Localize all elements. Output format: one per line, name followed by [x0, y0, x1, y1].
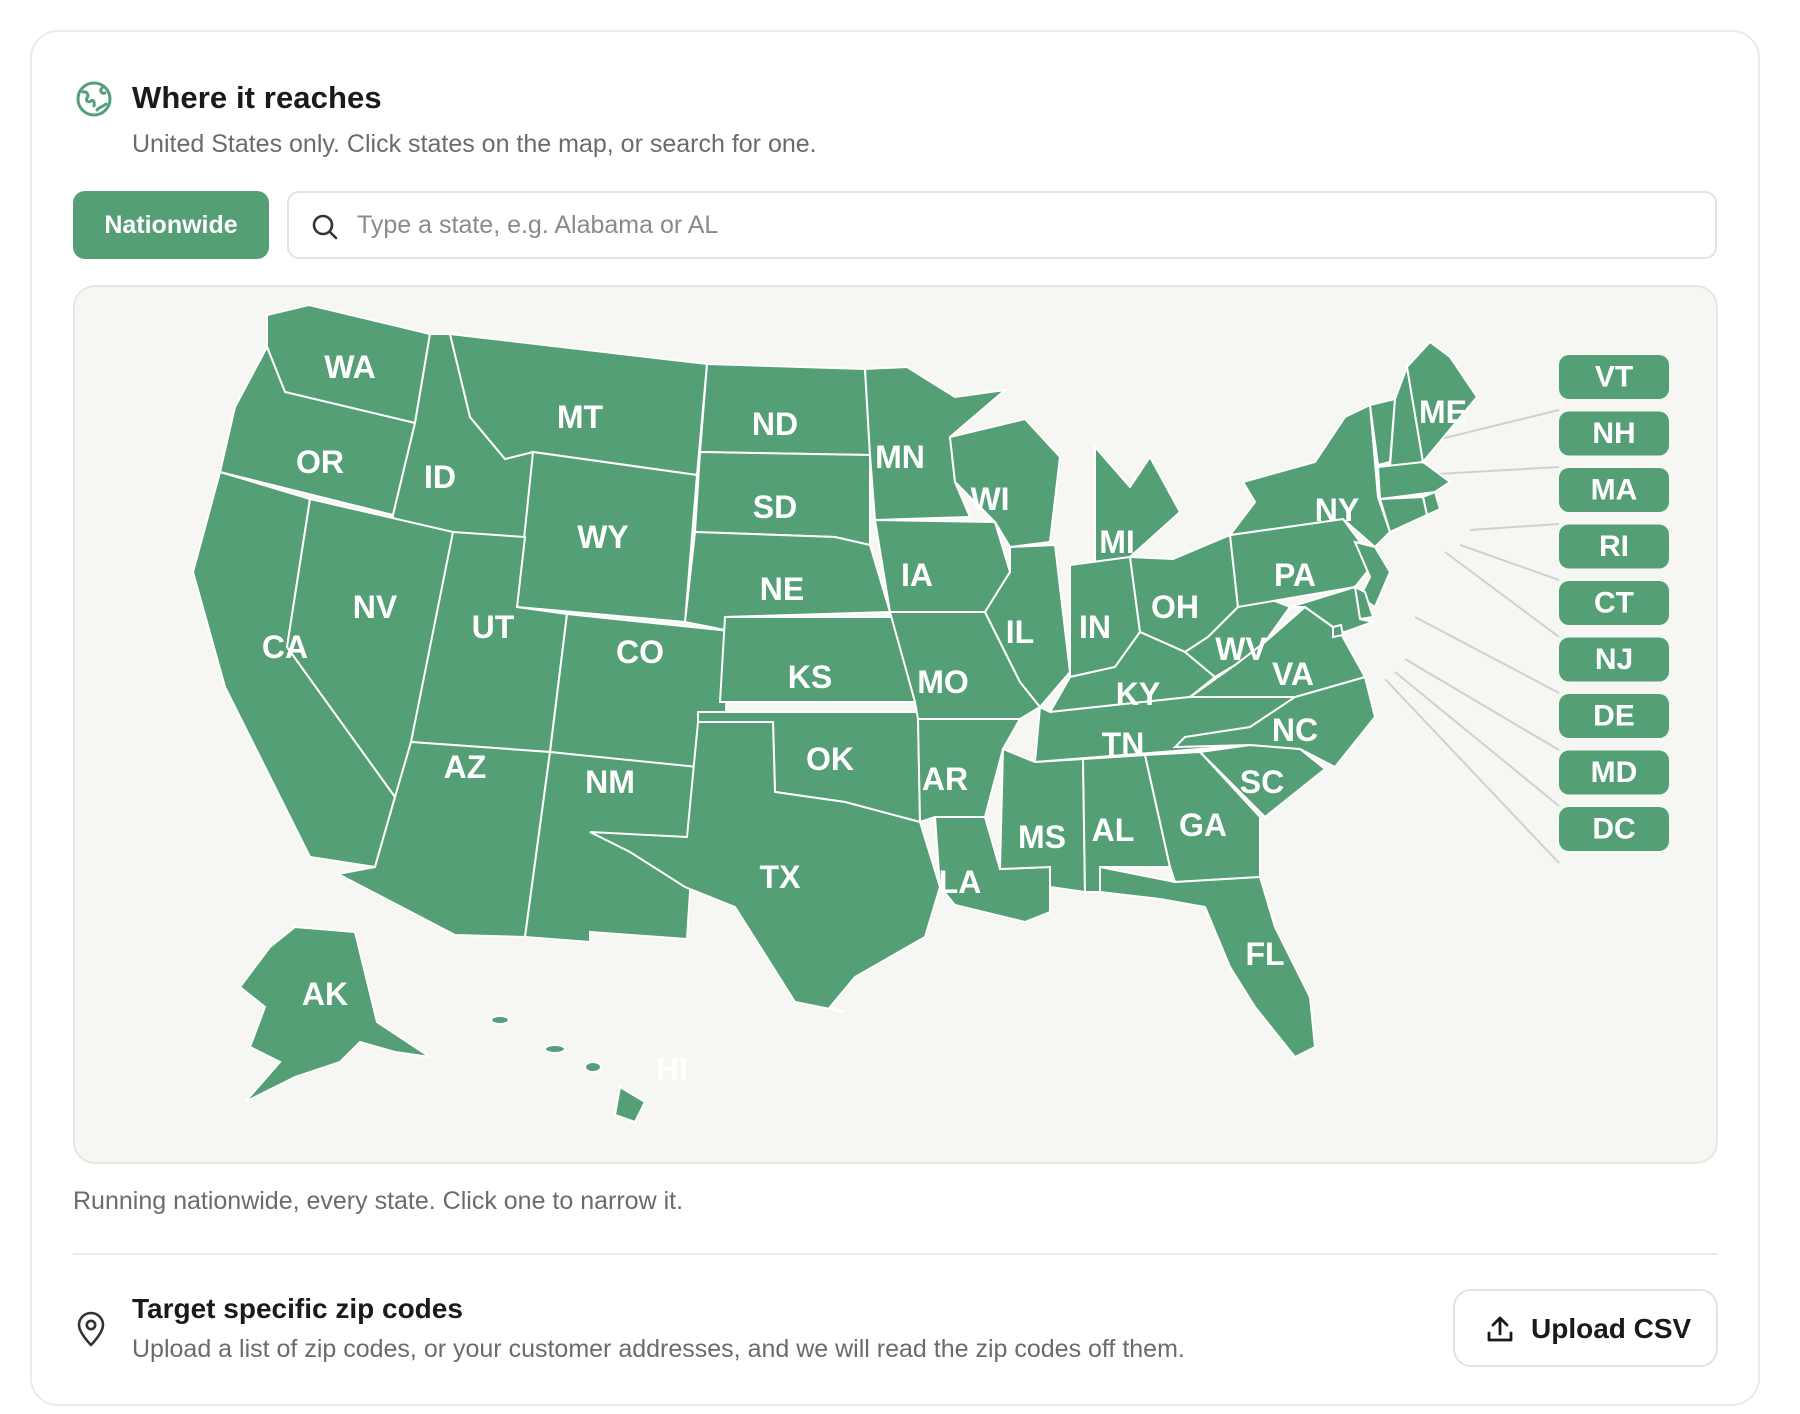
- state-hi[interactable]: [490, 1015, 647, 1124]
- svg-text:NH: NH: [1592, 417, 1635, 450]
- state-chip-ri[interactable]: RI: [1559, 524, 1669, 569]
- svg-text:DE: DE: [1593, 700, 1635, 733]
- state-label-ne[interactable]: NE: [760, 571, 804, 607]
- svg-text:MA: MA: [1591, 474, 1638, 507]
- search-input[interactable]: Type a state, e.g. Alabama or AL: [357, 211, 718, 240]
- state-label-ms[interactable]: MS: [1018, 819, 1066, 855]
- status-note: Running nationwide, every state. Click o…: [73, 1187, 684, 1215]
- svg-text:CT: CT: [1594, 587, 1634, 620]
- svg-text:DC: DC: [1592, 813, 1635, 846]
- state-chip-dc[interactable]: DC: [1559, 807, 1669, 851]
- state-label-id[interactable]: ID: [424, 459, 456, 495]
- state-chip-nj[interactable]: NJ: [1559, 637, 1669, 682]
- state-label-in[interactable]: IN: [1079, 609, 1111, 645]
- state-label-pa[interactable]: PA: [1274, 557, 1316, 593]
- state-label-wv[interactable]: WV: [1215, 631, 1267, 667]
- state-label-wa[interactable]: WA: [324, 349, 376, 385]
- state-label-il[interactable]: IL: [1006, 614, 1034, 650]
- state-ak[interactable]: [238, 925, 431, 1103]
- zip-section-title: Target specific zip codes: [132, 1293, 463, 1324]
- state-chip-de[interactable]: DE: [1559, 694, 1669, 738]
- state-label-al[interactable]: AL: [1092, 812, 1135, 848]
- svg-text:RI: RI: [1599, 530, 1629, 563]
- section-divider: [73, 1253, 1718, 1255]
- state-label-nv[interactable]: NV: [353, 589, 398, 625]
- state-label-ny[interactable]: NY: [1315, 492, 1359, 528]
- nationwide-button[interactable]: Nationwide: [73, 191, 269, 259]
- state-chip-md[interactable]: MD: [1559, 750, 1669, 795]
- state-label-fl[interactable]: FL: [1245, 936, 1284, 972]
- state-label-hi[interactable]: HI: [656, 1051, 688, 1087]
- section-subtitle: United States only. Click states on the …: [132, 130, 817, 158]
- upload-csv-label: Upload CSV: [1531, 1313, 1692, 1344]
- state-label-ca[interactable]: CA: [262, 629, 308, 665]
- svg-text:VT: VT: [1595, 361, 1633, 394]
- state-label-mn[interactable]: MN: [875, 439, 925, 475]
- state-label-tx[interactable]: TX: [760, 859, 802, 895]
- state-label-wy[interactable]: WY: [577, 519, 629, 555]
- upload-csv-button[interactable]: Upload CSV: [1453, 1289, 1718, 1367]
- state-label-va[interactable]: VA: [1272, 656, 1314, 692]
- globe-icon: [76, 81, 112, 117]
- state-ma[interactable]: [1376, 460, 1452, 501]
- zip-section-description: Upload a list of zip codes, or your cust…: [132, 1335, 1185, 1363]
- state-label-or[interactable]: OR: [296, 444, 344, 480]
- state-label-nc[interactable]: NC: [1272, 712, 1318, 748]
- state-label-mi[interactable]: MI: [1099, 524, 1135, 560]
- state-label-oh[interactable]: OH: [1151, 589, 1199, 625]
- state-label-mo[interactable]: MO: [917, 664, 969, 700]
- state-label-mt[interactable]: MT: [557, 399, 604, 435]
- state-label-sc[interactable]: SC: [1240, 764, 1284, 800]
- svg-text:MD: MD: [1591, 756, 1638, 789]
- state-chip-ma[interactable]: MA: [1559, 468, 1669, 512]
- state-label-ia[interactable]: IA: [901, 557, 933, 593]
- state-label-co[interactable]: CO: [616, 634, 664, 670]
- state-label-me[interactable]: ME: [1419, 394, 1467, 430]
- svg-text:NJ: NJ: [1595, 643, 1633, 676]
- us-map: WA OR CA ID NV MT WY UT AZ CO NM ND SD NE KS OK TX MN IA MO…: [73, 285, 1718, 1164]
- state-label-nm[interactable]: NM: [585, 764, 635, 800]
- state-label-az[interactable]: AZ: [444, 749, 487, 785]
- state-label-la[interactable]: LA: [939, 864, 982, 900]
- state-label-ks[interactable]: KS: [788, 659, 832, 695]
- state-label-tn[interactable]: TN: [1102, 726, 1145, 762]
- section-title: Where it reaches: [132, 80, 382, 115]
- state-chip-ct[interactable]: CT: [1559, 581, 1669, 625]
- state-label-ut[interactable]: UT: [472, 609, 515, 645]
- state-search-field[interactable]: Type a state, e.g. Alabama or AL: [287, 191, 1717, 259]
- state-chip-vt[interactable]: VT: [1559, 355, 1669, 399]
- map-pin-icon: [77, 1311, 105, 1347]
- upload-icon: [1487, 1316, 1513, 1342]
- state-label-ok[interactable]: OK: [806, 741, 854, 777]
- state-label-ar[interactable]: AR: [922, 761, 968, 797]
- state-label-ky[interactable]: KY: [1116, 676, 1160, 712]
- state-chip-nh[interactable]: NH: [1559, 411, 1669, 456]
- state-dc[interactable]: [1332, 623, 1345, 639]
- state-label-nd[interactable]: ND: [752, 406, 798, 442]
- state-label-ga[interactable]: GA: [1179, 807, 1227, 843]
- search-icon: [312, 214, 338, 240]
- state-label-ak[interactable]: AK: [302, 976, 348, 1012]
- state-label-wi[interactable]: WI: [970, 481, 1009, 517]
- state-label-sd[interactable]: SD: [753, 489, 797, 525]
- state-ia[interactable]: [873, 518, 1012, 613]
